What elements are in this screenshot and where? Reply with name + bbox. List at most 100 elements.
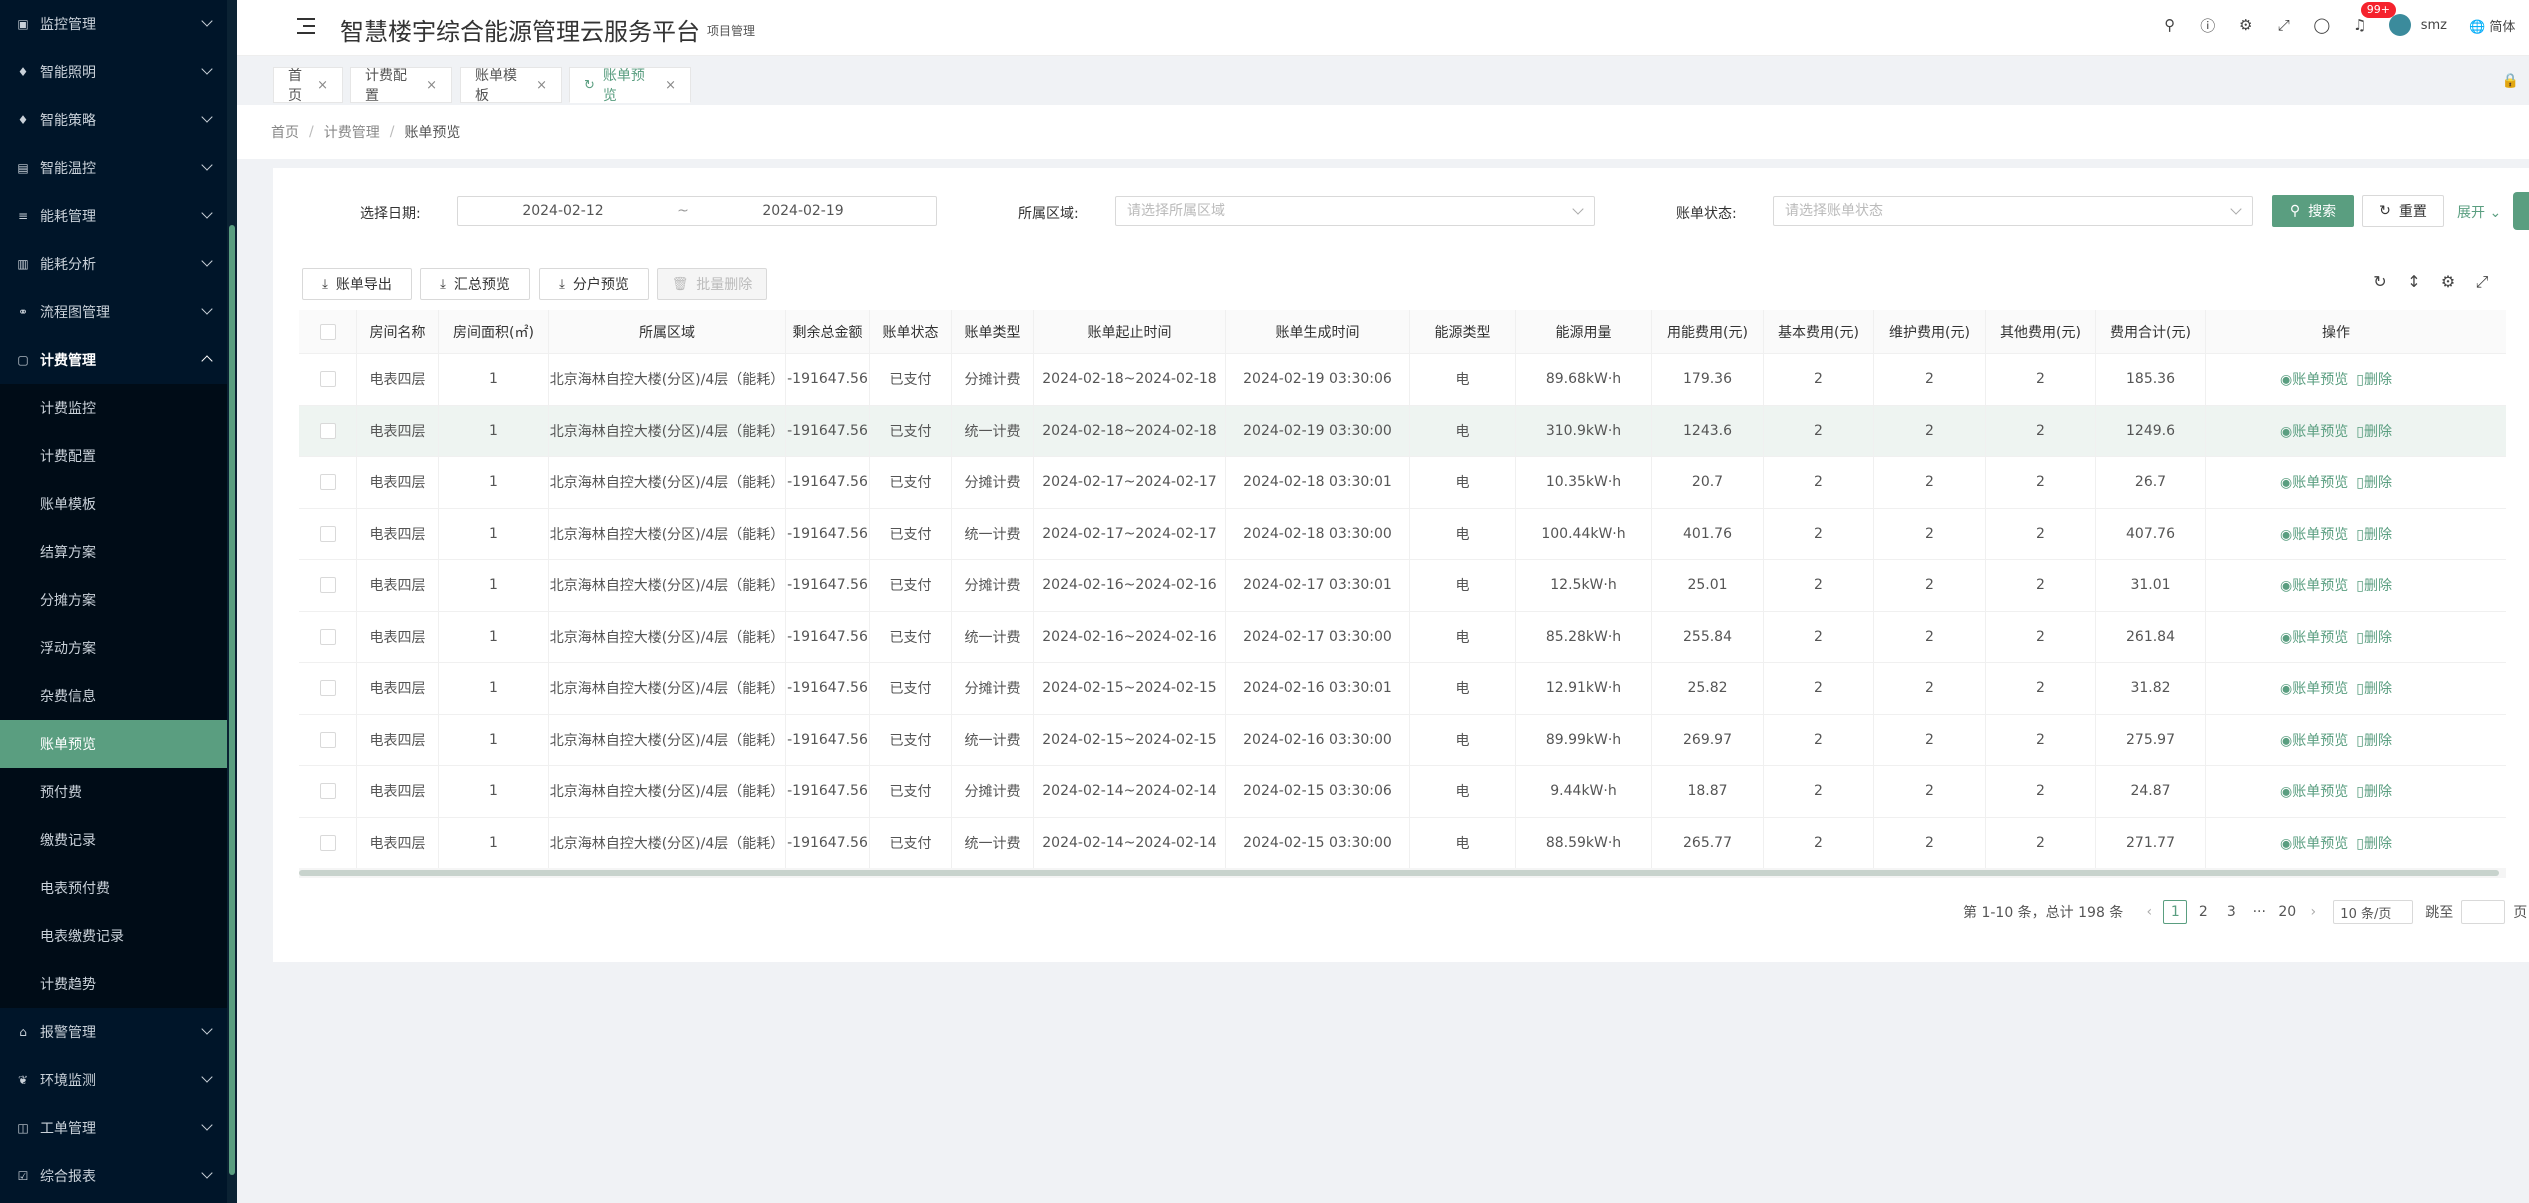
sidebar-subitem[interactable]: 计费配置 [0, 432, 227, 480]
column-settings-icon[interactable]: ⚙ [2431, 272, 2465, 292]
side-toolbar-handle[interactable] [2513, 192, 2529, 230]
preview-bill-link[interactable]: ◉账单预览 [2280, 524, 2348, 544]
density-icon[interactable]: ↕ [2397, 272, 2431, 292]
table-row[interactable]: 电表四层 1 北京海林自控大楼(分区)/4层（能耗） -191647.56 已支付 统一计… [299, 714, 2506, 766]
row-checkbox[interactable] [319, 834, 336, 851]
table-row[interactable]: 电表四层 1 北京海林自控大楼(分区)/4层（能耗） -191647.56 已支付 统一计… [299, 508, 2506, 560]
reload-icon[interactable]: ↻ [2363, 272, 2397, 292]
sidebar-subitem[interactable]: 杂费信息 [0, 672, 227, 720]
avatar[interactable] [2388, 14, 2411, 36]
tab-item[interactable]: 账单模板 × [460, 67, 562, 104]
row-checkbox[interactable] [319, 525, 336, 542]
close-icon[interactable]: × [317, 78, 328, 93]
sidebar-subitem[interactable]: 计费趋势 [0, 960, 227, 1008]
sidebar-item[interactable]: ≡ 能耗管理 [0, 192, 227, 240]
theme-icon[interactable]: ◯ [2303, 0, 2341, 50]
tab-item[interactable]: 计费配置 × [350, 67, 452, 104]
sidebar-item[interactable]: ▢ 计费管理 [0, 336, 227, 384]
sidebar-item[interactable]: ❦ 环境监测 [0, 1056, 227, 1104]
delete-link[interactable]: ▯删除 [2356, 421, 2392, 441]
sidebar-subitem[interactable]: 结算方案 [0, 528, 227, 576]
bell-icon[interactable]: ♫ 99+ [2341, 0, 2396, 50]
search-icon[interactable]: ⚲ [2151, 0, 2189, 50]
export-button[interactable]: ⤓ 账单导出 [302, 268, 412, 300]
delete-link[interactable]: ▯删除 [2356, 833, 2392, 853]
sidebar-subitem[interactable]: 计费监控 [0, 384, 227, 432]
sidebar-scrollbar-thumb[interactable] [229, 225, 235, 1175]
delete-link[interactable]: ▯删除 [2356, 524, 2392, 544]
row-checkbox[interactable] [319, 422, 336, 439]
sidebar-item[interactable]: ☑ 综合报表 [0, 1152, 227, 1200]
expand-link[interactable]: 展开 ⌄ [2457, 202, 2501, 222]
settings-icon[interactable]: ⚙ [2227, 0, 2265, 50]
sidebar-item[interactable]: ♦ 智能策略 [0, 96, 227, 144]
date-range-picker[interactable]: 2024-02-12 ~ 2024-02-19 [457, 196, 937, 226]
delete-link[interactable]: ▯删除 [2356, 678, 2392, 698]
table-horizontal-scrollbar[interactable] [299, 868, 2506, 878]
breadcrumb-item[interactable]: 首页 [271, 122, 299, 142]
row-checkbox[interactable] [319, 783, 336, 800]
breadcrumb-item[interactable]: 计费管理 [324, 122, 380, 142]
preview-bill-link[interactable]: ◉账单预览 [2280, 627, 2348, 647]
search-button[interactable]: ⚲ 搜索 [2272, 195, 2354, 227]
sidebar-item[interactable]: ◫ 工单管理 [0, 1104, 227, 1152]
sidebar-subitem[interactable]: 浮动方案 [0, 624, 227, 672]
page-number[interactable]: ··· [2247, 900, 2271, 924]
row-checkbox[interactable] [319, 731, 336, 748]
table-row[interactable]: 电表四层 1 北京海林自控大楼(分区)/4层（能耗） -191647.56 已支付 统一计… [299, 611, 2506, 663]
batch-delete-button[interactable]: 🗑 批量删除 [657, 268, 767, 300]
sidebar-item[interactable]: ▣ 监控管理 [0, 0, 227, 48]
delete-link[interactable]: ▯删除 [2356, 575, 2392, 595]
tab-item[interactable]: ↻ 账单预览 × [569, 67, 691, 104]
jump-input[interactable] [2461, 900, 2506, 924]
page-number[interactable]: 1 [2163, 900, 2188, 924]
row-checkbox[interactable] [319, 371, 336, 388]
preview-bill-link[interactable]: ◉账单预览 [2280, 678, 2348, 698]
delete-link[interactable]: ▯删除 [2356, 781, 2392, 801]
row-checkbox[interactable] [319, 628, 336, 645]
sidebar-item[interactable]: ♦ 智能照明 [0, 48, 227, 96]
preview-bill-link[interactable]: ◉账单预览 [2280, 369, 2348, 389]
table-row[interactable]: 电表四层 1 北京海林自控大楼(分区)/4层（能耗） -191647.56 已支付 分摊计… [299, 354, 2506, 406]
reset-button[interactable]: ↻ 重置 [2362, 195, 2444, 227]
sidebar-item[interactable]: ▥ 能耗分析 [0, 240, 227, 288]
page-number[interactable]: 2 [2191, 900, 2215, 924]
preview-bill-link[interactable]: ◉账单预览 [2280, 781, 2348, 801]
fullscreen-icon[interactable]: ⤢ [2265, 0, 2303, 50]
sidebar-subitem[interactable]: 账单模板 [0, 480, 227, 528]
close-icon[interactable]: × [665, 78, 676, 93]
prev-page-icon[interactable]: ‹ [2137, 904, 2161, 920]
next-page-icon[interactable]: › [2301, 904, 2325, 920]
table-scrollbar-thumb[interactable] [299, 870, 2499, 876]
sidebar-item[interactable]: ⚭ 流程图管理 [0, 288, 227, 336]
lock-icon[interactable]: 🔒 [2502, 73, 2519, 89]
delete-link[interactable]: ▯删除 [2356, 730, 2392, 750]
date-end[interactable]: 2024-02-19 [698, 203, 908, 219]
delete-link[interactable]: ▯删除 [2356, 472, 2392, 492]
page-size-select[interactable]: 10 条/页 [2333, 900, 2414, 924]
sidebar-subitem[interactable]: 分摊方案 [0, 576, 227, 624]
preview-bill-link[interactable]: ◉账单预览 [2280, 730, 2348, 750]
preview-bill-link[interactable]: ◉账单预览 [2280, 575, 2348, 595]
row-checkbox[interactable] [319, 474, 336, 491]
table-row[interactable]: 电表四层 1 北京海林自控大楼(分区)/4层（能耗） -191647.56 已支付 分摊计… [299, 663, 2506, 715]
delete-link[interactable]: ▯删除 [2356, 627, 2392, 647]
sidebar-scrollbar[interactable] [227, 0, 237, 1203]
table-row[interactable]: 电表四层 1 北京海林自控大楼(分区)/4层（能耗） -191647.56 已支付 分摊计… [299, 560, 2506, 612]
help-icon[interactable]: ⓘ [2189, 0, 2227, 50]
username[interactable]: smz [2421, 18, 2447, 33]
area-select[interactable]: 请选择所属区域 [1115, 196, 1595, 226]
preview-bill-link[interactable]: ◉账单预览 [2280, 833, 2348, 853]
table-row[interactable]: 电表四层 1 北京海林自控大楼(分区)/4层（能耗） -191647.56 已支付 统一计… [299, 817, 2506, 869]
tab-item[interactable]: 首页 × [273, 67, 343, 104]
sidebar-subitem[interactable]: 电表缴费记录 [0, 912, 227, 960]
sidebar-item[interactable]: ▤ 智能温控 [0, 144, 227, 192]
sidebar-subitem[interactable]: 预付费 [0, 768, 227, 816]
sidebar-subitem[interactable]: 缴费记录 [0, 816, 227, 864]
close-icon[interactable]: × [426, 78, 437, 93]
status-select[interactable]: 请选择账单状态 [1773, 196, 2253, 226]
summary-preview-button[interactable]: ⤓ 汇总预览 [420, 268, 530, 300]
date-start[interactable]: 2024-02-12 [458, 203, 668, 219]
menu-fold-icon[interactable] [297, 18, 315, 34]
close-icon[interactable]: × [536, 78, 547, 93]
